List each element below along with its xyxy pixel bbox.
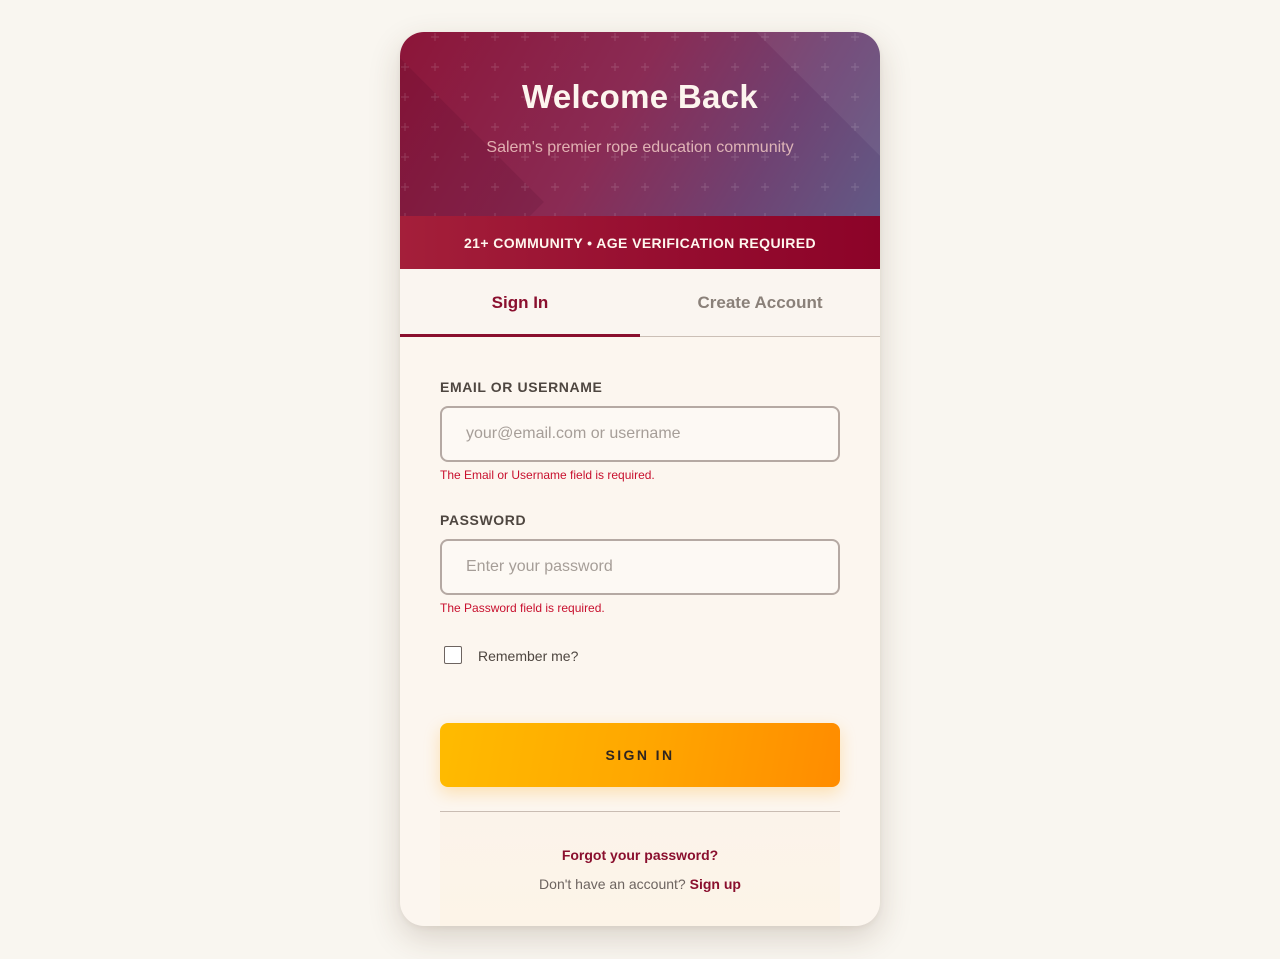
email-error-message: The Email or Username field is required. xyxy=(440,468,655,482)
remember-me-checkbox[interactable] xyxy=(444,646,462,664)
page-title: Welcome Back xyxy=(522,78,758,115)
footer-links: Forgot your password? Don't have an acco… xyxy=(440,812,840,926)
sign-up-link[interactable]: Sign up xyxy=(690,876,741,892)
header-hero: Welcome Back Salem's premier rope educat… xyxy=(400,32,880,216)
age-verification-banner: 21+ COMMUNITY • AGE VERIFICATION REQUIRE… xyxy=(400,216,880,269)
forgot-password-link[interactable]: Forgot your password? xyxy=(440,847,840,863)
no-account-text: Don't have an account? xyxy=(539,876,690,892)
remember-me-label[interactable]: Remember me? xyxy=(478,648,578,664)
plus-pattern xyxy=(400,32,880,216)
password-input[interactable] xyxy=(440,539,840,595)
sign-in-button[interactable]: SIGN IN xyxy=(440,723,840,787)
password-label: PASSWORD xyxy=(440,512,527,528)
email-username-input[interactable] xyxy=(440,406,840,462)
tab-sign-in[interactable]: Sign In xyxy=(400,269,640,336)
page-subtitle: Salem's premier rope education community xyxy=(486,139,794,156)
auth-tabs: Sign In Create Account xyxy=(400,269,880,337)
password-error-message: The Password field is required. xyxy=(440,601,605,615)
signup-prompt: Don't have an account? Sign up xyxy=(440,876,840,892)
tab-create-account[interactable]: Create Account xyxy=(640,269,880,336)
sign-in-form: EMAIL OR USERNAME The Email or Username … xyxy=(400,337,880,926)
email-label: EMAIL OR USERNAME xyxy=(440,379,603,395)
login-card: Welcome Back Salem's premier rope educat… xyxy=(400,32,880,926)
banner-text: 21+ COMMUNITY • AGE VERIFICATION REQUIRE… xyxy=(463,234,817,251)
